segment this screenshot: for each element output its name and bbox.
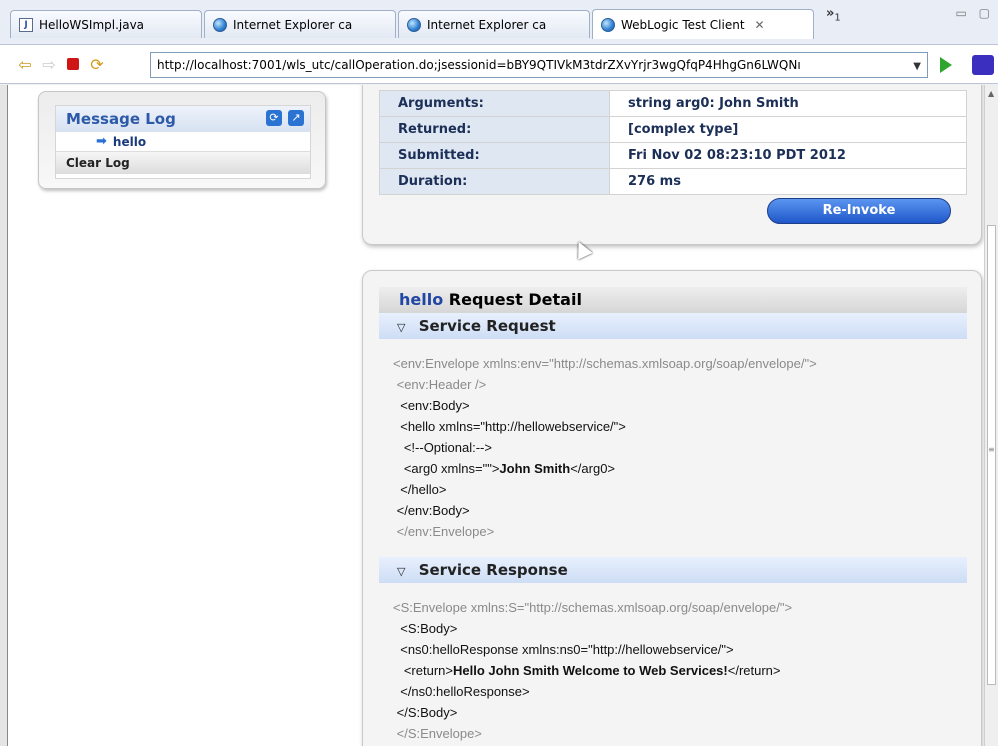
- left-border: [0, 85, 8, 746]
- row-label: Returned:: [379, 116, 610, 143]
- arrow-right-icon: ➡: [96, 134, 107, 149]
- tab-internet-explorer-2[interactable]: Internet Explorer ca: [398, 10, 590, 38]
- row-value: Fri Nov 02 08:23:10 PDT 2012: [609, 142, 967, 169]
- service-request-header[interactable]: ▽ Service Request: [379, 313, 967, 339]
- re-invoke-button[interactable]: Re-Invoke: [767, 198, 951, 224]
- tab-overflow-count: 1: [834, 12, 841, 24]
- invocation-result-panel: Arguments: string arg0: John Smith Retur…: [362, 85, 982, 245]
- xml-line: <env:Envelope xmlns:env="http://schemas.…: [393, 356, 817, 371]
- service-response-label: Service Response: [418, 561, 568, 579]
- message-log-panel: Message Log ⟳ ↗ ➡ hello Clear Log: [38, 91, 326, 189]
- minimize-maximize-icon[interactable]: ▭ ▢: [956, 6, 995, 20]
- url-text: http://localhost:7001/wls_utc/callOperat…: [157, 58, 801, 72]
- xml-line-return: <return>Hello John Smith Welcome to Web …: [393, 660, 967, 681]
- message-log-title: Message Log: [66, 110, 176, 128]
- table-row: Duration: 276 ms: [379, 168, 967, 195]
- xml-line: </ns0:helloResponse>: [393, 684, 530, 699]
- xml-line: </S:Envelope>: [393, 726, 482, 741]
- vertical-scrollbar[interactable]: ▲ ≡: [984, 85, 998, 746]
- table-row: Submitted: Fri Nov 02 08:23:10 PDT 2012: [379, 142, 967, 169]
- xml-line: <!--Optional:-->: [393, 440, 492, 455]
- xml-line: <env:Body>: [393, 398, 470, 413]
- row-value: 276 ms: [609, 168, 967, 195]
- message-log-header: Message Log ⟳ ↗: [56, 106, 310, 132]
- request-detail-title: hello Request Detail: [379, 287, 967, 313]
- xml-line: </env:Envelope>: [393, 524, 495, 539]
- clear-log-button[interactable]: Clear Log: [56, 152, 310, 174]
- return-open-tag: <return>: [393, 663, 453, 678]
- refresh-log-icon[interactable]: ⟳: [266, 110, 282, 126]
- scrollbar-thumb[interactable]: [987, 225, 996, 685]
- collapse-triangle-icon: ▽: [397, 321, 406, 334]
- row-label: Duration:: [379, 168, 610, 195]
- new-window-icon[interactable]: ↗: [288, 110, 304, 126]
- globe-icon: [601, 17, 615, 32]
- return-close-tag: </return>: [727, 663, 781, 678]
- go-button[interactable]: [940, 57, 952, 73]
- toolbar-extension-icon[interactable]: [972, 55, 994, 75]
- operation-name: hello: [399, 290, 444, 309]
- xml-line: </hello>: [393, 482, 447, 497]
- service-response-header[interactable]: ▽ Service Response: [379, 557, 967, 583]
- browser-content: Message Log ⟳ ↗ ➡ hello Clear Log Argume…: [0, 85, 998, 746]
- arg0-value: John Smith: [499, 461, 571, 476]
- return-value: Hello John Smith Welcome to Web Services…: [452, 663, 728, 678]
- url-dropdown-icon[interactable]: ▼: [913, 61, 921, 72]
- table-row: Arguments: string arg0: John Smith: [379, 90, 967, 117]
- scroll-up-icon[interactable]: ▲: [988, 89, 994, 98]
- row-value: [complex type]: [609, 116, 967, 143]
- service-request-label: Service Request: [418, 317, 556, 335]
- service-response-xml: <S:Envelope xmlns:S="http://schemas.xmls…: [379, 597, 967, 746]
- editor-tab-bar: J HelloWSImpl.java Internet Explorer ca …: [0, 0, 998, 44]
- tab-internet-explorer-1[interactable]: Internet Explorer ca: [204, 10, 396, 38]
- java-file-icon: J: [19, 17, 33, 32]
- refresh-icon[interactable]: ⟳: [88, 55, 106, 74]
- log-item-hello[interactable]: ➡ hello: [56, 132, 310, 152]
- xml-line: <ns0:helloResponse xmlns:ns0="http://hel…: [393, 642, 734, 657]
- globe-icon: [407, 17, 421, 32]
- collapse-triangle-icon: ▽: [397, 565, 406, 578]
- xml-line: <S:Body>: [393, 621, 458, 636]
- browser-toolbar: ⇦ ⇨ ⟳ http://localhost:7001/wls_utc/call…: [0, 44, 998, 84]
- request-detail-panel: hello Request Detail ▽ Service Request <…: [362, 270, 982, 746]
- url-input[interactable]: http://localhost:7001/wls_utc/callOperat…: [150, 52, 928, 78]
- service-request-xml: <env:Envelope xmlns:env="http://schemas.…: [379, 353, 967, 549]
- tab-label: HelloWSImpl.java: [39, 17, 145, 32]
- tab-label: Internet Explorer ca: [427, 17, 547, 32]
- back-arrow-icon[interactable]: ⇦: [16, 55, 34, 74]
- tab-overflow-button[interactable]: »1: [826, 6, 841, 24]
- xml-line: </env:Body>: [393, 503, 470, 518]
- forward-arrow-icon[interactable]: ⇨: [40, 55, 58, 74]
- globe-icon: [213, 17, 227, 32]
- arg0-close-tag: </arg0>: [570, 461, 616, 476]
- xml-line: <env:Header />: [393, 377, 487, 392]
- row-label: Submitted:: [379, 142, 610, 169]
- stop-icon: [67, 58, 79, 70]
- log-item-label: hello: [112, 134, 147, 149]
- table-row: Returned: [complex type]: [379, 116, 967, 143]
- result-table: Arguments: string arg0: John Smith Retur…: [379, 90, 967, 195]
- stop-button[interactable]: [64, 55, 82, 73]
- detail-title-text: Request Detail: [448, 290, 582, 309]
- xml-line: <S:Envelope xmlns:S="http://schemas.xmls…: [393, 600, 793, 615]
- tab-label: Internet Explorer ca: [233, 17, 353, 32]
- scroll-grip-icon: ≡: [988, 445, 995, 454]
- xml-line-arg0: <arg0 xmlns="">John Smith</arg0>: [393, 458, 967, 479]
- xml-line: <hello xmlns="http://hellowebservice/">: [393, 419, 626, 434]
- tab-weblogic-test-client[interactable]: WebLogic Test Client ✕: [592, 9, 814, 39]
- arg0-open-tag: <arg0 xmlns="">: [393, 461, 500, 476]
- xml-line: </S:Body>: [393, 705, 458, 720]
- row-value: string arg0: John Smith: [609, 90, 967, 117]
- close-tab-icon[interactable]: ✕: [755, 18, 765, 32]
- tab-hellowsimpl-java[interactable]: J HelloWSImpl.java: [10, 10, 202, 38]
- tab-label: WebLogic Test Client: [621, 17, 745, 32]
- row-label: Arguments:: [379, 90, 610, 117]
